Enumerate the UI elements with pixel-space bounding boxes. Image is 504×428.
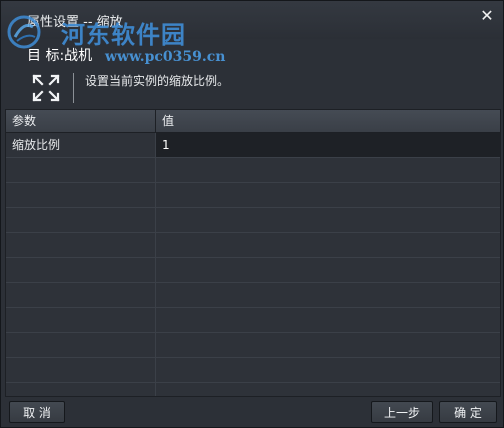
header-divider bbox=[73, 73, 74, 103]
empty-row bbox=[6, 233, 500, 258]
table-row[interactable]: 缩放比例 1 bbox=[6, 133, 500, 158]
grid-header: 参数 值 bbox=[6, 110, 500, 133]
scale-expand-icon bbox=[32, 74, 60, 102]
previous-step-button[interactable]: 上一步 bbox=[371, 401, 433, 423]
param-value-scale-input[interactable]: 1 bbox=[156, 133, 500, 157]
dialog-footer: 取 消 上一步 确 定 bbox=[1, 397, 503, 427]
close-button[interactable]: ✕ bbox=[477, 5, 497, 25]
empty-row bbox=[6, 158, 500, 183]
watermark-logo-icon bbox=[7, 15, 41, 49]
target-prefix: 目 标 bbox=[27, 48, 60, 64]
grid-header-param: 参数 bbox=[6, 110, 156, 132]
close-icon: ✕ bbox=[480, 5, 494, 25]
empty-row bbox=[6, 283, 500, 308]
grid-header-value: 值 bbox=[162, 114, 175, 128]
target-value: 战机 bbox=[64, 48, 93, 64]
empty-row bbox=[6, 333, 500, 358]
empty-row bbox=[6, 183, 500, 208]
empty-row bbox=[6, 383, 500, 396]
dialog-window: 属性设置 -- 缩放 ✕ 河东软件园 www.pc0359.cn 目 标:战机 … bbox=[0, 0, 504, 428]
target-label-row: 目 标:战机 bbox=[27, 45, 92, 65]
property-grid: 参数 值 缩放比例 1 bbox=[5, 109, 501, 397]
empty-row bbox=[6, 308, 500, 333]
watermark-site-url: www.pc0359.cn bbox=[105, 49, 226, 65]
description-text: 设置当前实例的缩放比例。 bbox=[85, 74, 230, 88]
cancel-button[interactable]: 取 消 bbox=[9, 401, 65, 423]
empty-row bbox=[6, 208, 500, 233]
ok-button[interactable]: 确 定 bbox=[439, 401, 497, 423]
param-name-scale: 缩放比例 bbox=[6, 133, 156, 157]
empty-row bbox=[6, 358, 500, 383]
empty-row bbox=[6, 258, 500, 283]
